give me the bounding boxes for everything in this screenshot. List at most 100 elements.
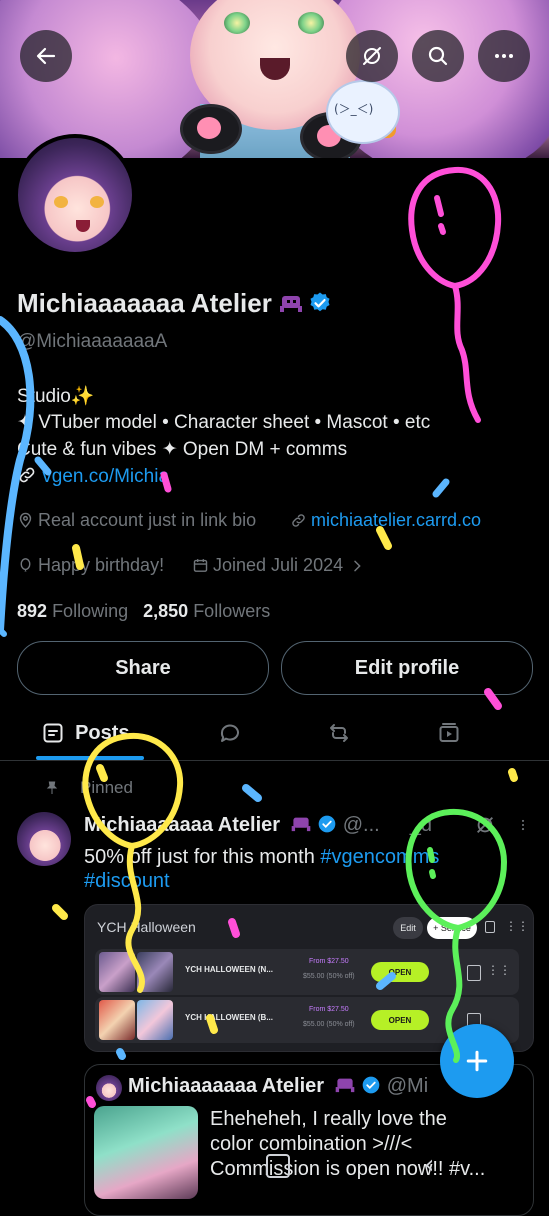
calendar-icon xyxy=(193,559,208,572)
search-icon xyxy=(428,46,448,66)
row-2-label: YCH HALLOWEEN (B... xyxy=(185,1013,273,1022)
row-2-old-price: $55.00 (50% off) xyxy=(303,1021,355,1028)
bio-line-3: Cute & fun vibes ✦ Open DM + comms xyxy=(17,439,348,460)
grok-post-icon[interactable] xyxy=(474,814,496,841)
more-icon xyxy=(495,54,513,58)
row-1-status: OPEN xyxy=(371,962,429,982)
followers-label[interactable]: Followers xyxy=(193,601,270,621)
quote-text-line-3: Commission is open now!! #v... xyxy=(210,1158,486,1180)
grok-button[interactable] xyxy=(346,30,398,82)
quote-avatar xyxy=(96,1075,122,1101)
location-row: Real account just in link bio xyxy=(17,510,256,531)
profile-avatar[interactable] xyxy=(14,134,136,256)
tab-media[interactable] xyxy=(424,708,474,758)
space-invader-icon xyxy=(291,817,310,832)
post-handle: @... xyxy=(342,814,380,836)
row-1-label: YCH HALLOWEEN (N... xyxy=(185,965,273,974)
compose-button[interactable] xyxy=(440,1024,514,1098)
tab-replies[interactable] xyxy=(205,708,255,758)
bio-link[interactable]: vgen.co/Michia xyxy=(42,466,169,487)
hashtag-vgencomms[interactable]: #vgencomms xyxy=(320,846,439,868)
confetti-blue-6 xyxy=(0,627,7,637)
row-thumb-3 xyxy=(99,1000,135,1040)
bio-line-1: Studio✨ xyxy=(17,386,95,407)
pink-balloon-scribble xyxy=(408,166,502,290)
grok-icon xyxy=(363,47,381,65)
quote-handle: @Mi xyxy=(386,1075,429,1097)
profile-name: Michiaaaaaaa Atelier xyxy=(17,288,332,319)
edit-profile-button[interactable]: Edit profile xyxy=(281,641,533,695)
profile-tabs: Posts ⌄ xyxy=(0,708,549,760)
link-icon xyxy=(19,467,35,483)
post-more-icon[interactable] xyxy=(516,814,530,841)
share-button[interactable]: Share xyxy=(17,641,269,695)
joined-text: Joined Juli 2024 xyxy=(213,555,344,575)
plus-icon xyxy=(466,1050,488,1072)
trash-icon xyxy=(485,921,495,933)
row-1-price: From $27.50 xyxy=(309,958,349,965)
profile-name-text: Michiaaaaaaa Atelier xyxy=(17,288,272,318)
row-thumb-1 xyxy=(99,952,135,992)
joined-row[interactable]: Joined Juli 2024 xyxy=(192,555,369,576)
post-text-line-1: 50% off just for this month #vgencomms xyxy=(84,846,439,869)
reply-icon xyxy=(220,724,239,742)
posts-icon xyxy=(43,723,63,743)
back-nav-icon[interactable]: ‹ xyxy=(424,1150,434,1180)
profile-handle: @MichiaaaaaaaA xyxy=(17,331,168,352)
pinned-indicator: Pinned xyxy=(44,778,133,798)
following-count[interactable]: 892 xyxy=(17,601,47,621)
location-icon xyxy=(19,512,32,528)
following-label[interactable]: Following xyxy=(52,601,128,621)
bio-link-row: vgen.co/Michia xyxy=(17,465,169,488)
chevron-right-icon xyxy=(354,560,361,571)
quote-header: Michiaaaaaaa Atelier @Mi2d xyxy=(128,1075,494,1098)
confetti-blue-2 xyxy=(432,478,450,498)
tab-divider xyxy=(0,760,549,761)
verified-badge-icon[interactable] xyxy=(308,291,332,315)
birthday-text: Happy birthday! xyxy=(38,555,165,575)
quote-author: Michiaaaaaaa Atelier xyxy=(128,1075,325,1097)
yellow-balloon-shine xyxy=(96,764,108,782)
pin-icon xyxy=(46,781,58,794)
more-button[interactable] xyxy=(478,30,530,82)
post-handle-tail: _d xyxy=(409,814,432,836)
pink-balloon-shine xyxy=(434,195,446,235)
quote-image[interactable] xyxy=(94,1106,198,1199)
post-author[interactable]: Michiaaaaaaa Atelier xyxy=(84,814,280,836)
confetti-blue-3 xyxy=(242,784,262,802)
card-service-chip: + Service xyxy=(427,917,477,939)
website-link[interactable]: michiaatelier.carrd.co xyxy=(311,510,481,531)
row-thumb-2 xyxy=(137,952,173,992)
pinned-label: Pinned xyxy=(80,778,133,797)
post-header: Michiaaaaaaa Atelier @... _d xyxy=(84,814,432,837)
quote-text-line-1: Eheheheh, I really love the xyxy=(210,1108,447,1130)
repost-icon xyxy=(330,724,348,742)
back-button[interactable] xyxy=(20,30,72,82)
hashtag-discount[interactable]: #discount xyxy=(84,870,170,892)
post-text-line-2: #discount xyxy=(84,870,170,893)
grip-icon: ⋮⋮ xyxy=(505,919,529,933)
card-row-1: YCH HALLOWEEN (N... From $27.50 $55.00 (… xyxy=(95,949,519,995)
tab-posts[interactable]: Posts ⌄ xyxy=(30,708,160,758)
quote-text-line-2: color combination >///< xyxy=(210,1133,413,1155)
space-invader-icon xyxy=(279,296,302,312)
card-title: YCH Halloween xyxy=(97,919,196,935)
confetti-yellow-2 xyxy=(376,526,392,550)
followers-count[interactable]: 2,850 xyxy=(143,601,188,621)
row-1-old-price: $55.00 (50% off) xyxy=(303,973,355,980)
verified-badge-icon xyxy=(362,1076,380,1094)
search-button[interactable] xyxy=(412,30,464,82)
confetti-yellow-4 xyxy=(52,904,68,920)
birthday-row: Happy birthday! xyxy=(17,555,164,576)
pink-balloon-string xyxy=(452,283,481,423)
post-avatar[interactable] xyxy=(17,812,71,866)
row-2-price: From $27.50 xyxy=(309,1006,349,1013)
verified-badge-icon xyxy=(318,815,336,833)
row-thumb-4 xyxy=(137,1000,173,1040)
link-icon xyxy=(292,514,305,527)
home-nav-icon[interactable] xyxy=(266,1154,290,1178)
website-row[interactable]: michiaatelier.carrd.co xyxy=(290,510,481,531)
card-edit-chip: Edit xyxy=(393,917,423,939)
tab-reposts[interactable] xyxy=(314,708,364,758)
balloon-icon xyxy=(20,558,31,572)
